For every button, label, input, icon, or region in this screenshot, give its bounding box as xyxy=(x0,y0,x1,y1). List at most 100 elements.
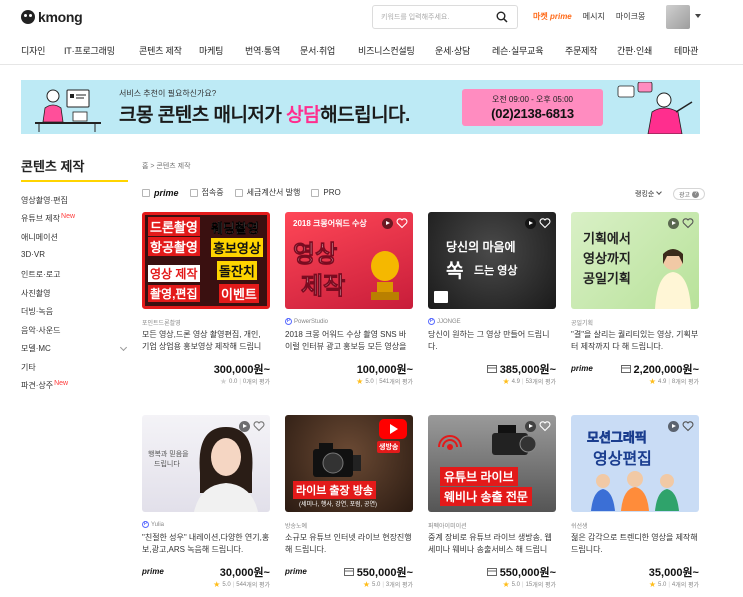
gig-rating: ★ 4.9 | 53 개의 평가 xyxy=(502,376,556,386)
camera-icon xyxy=(492,425,537,455)
nav-category[interactable]: 주문제작 xyxy=(565,44,598,57)
banner-phone-box[interactable]: 오전 09:00 - 오후 05:00 (02)2138-6813 xyxy=(462,89,603,126)
gig-title[interactable]: 중계 장비로 유튜브 라이브 생방송, 웹세미나 웨비나 송출서비스 해 드립니… xyxy=(428,532,556,556)
gig-price: 385,000원~ xyxy=(486,361,556,377)
gig-rating: ★ 0.0 | 0 개의 평가 xyxy=(219,376,270,386)
seller-name[interactable]: 공일기획 xyxy=(571,318,593,327)
sidebar-item[interactable]: 인트로·로고 xyxy=(21,269,60,280)
sidebar-item[interactable]: 3D·VR xyxy=(21,250,45,259)
gig-card[interactable]: 행복과 믿음을 드립니다 P Yulia "친절한 성우" 내레이션,다양한 연기… xyxy=(142,415,270,589)
nav-category[interactable]: 디자인 xyxy=(21,44,45,57)
sidebar-item[interactable]: 파견·상주New xyxy=(21,380,68,391)
breadcrumb[interactable]: 홈 > 콘텐츠 제작 xyxy=(142,161,191,171)
sidebar-item[interactable]: 기타 xyxy=(21,362,36,373)
gig-card[interactable]: 생방송 라이브 출장 방송 (세미나, 행사, 강연, 포럼, 공연) 방송노예… xyxy=(285,415,413,589)
search-icon[interactable] xyxy=(496,11,508,23)
search-input[interactable] xyxy=(381,10,491,25)
nav-category[interactable]: 테마관 xyxy=(674,44,698,57)
checkbox[interactable] xyxy=(311,188,320,197)
gig-card[interactable]: 모션그래픽 영상편집 쉬선생 젊은 감각으로 트렌디한 영상을 제작해 드립니다… xyxy=(571,415,699,589)
gig-card[interactable]: 기획에서 영상까지 공일기획 공일기획 "결"을 살리는 퀄리티있는 영상, 기… xyxy=(571,212,699,386)
sidebar-item[interactable]: 유튜브 제작New xyxy=(21,213,75,224)
nav-category[interactable]: 비즈니스컨설팅 xyxy=(358,44,415,57)
seller-name[interactable]: P PowerStudio xyxy=(285,318,328,325)
filter-pro[interactable]: PRO xyxy=(311,188,341,197)
filter-tax-invoice[interactable]: 세금계산서 발행 xyxy=(234,187,300,198)
avatar[interactable] xyxy=(666,5,690,29)
nav-category[interactable]: 운세·상담 xyxy=(435,44,470,57)
chat-illustration-icon xyxy=(617,82,693,134)
kmong-logo[interactable]: kmong xyxy=(21,9,83,25)
gig-thumbnail[interactable]: 유튜브 라이브 웨비나 송출 전문 xyxy=(428,415,556,512)
gig-rating: ★ 4.9 | 8 개의 평가 xyxy=(648,376,699,386)
heart-icon[interactable] xyxy=(539,217,551,229)
heart-icon[interactable] xyxy=(682,217,694,229)
filter-online[interactable]: 접속중 xyxy=(189,187,224,198)
heart-icon[interactable] xyxy=(539,420,551,432)
nav-category[interactable]: 번역·통역 xyxy=(245,44,280,57)
gig-title[interactable]: "결"을 살리는 퀄리티있는 영상, 기획부터 제작까지 다 해 드립니다. xyxy=(571,329,699,353)
seller-name[interactable]: 포인트드론촬영 xyxy=(142,318,181,327)
consult-banner[interactable]: 서비스 추천이 필요하신가요? 크몽 콘텐츠 매니저가 상담해드립니다. 오전 … xyxy=(21,80,700,134)
sort-dropdown[interactable]: 랭킹순 xyxy=(635,189,663,199)
gig-thumbnail[interactable]: 당신의 마음에 쏙 드는 영상 xyxy=(428,212,556,309)
checkbox[interactable] xyxy=(234,188,243,197)
gig-title[interactable]: "친절한 성우" 내레이션,다양한 연기,홍보,광고,ARS 녹음해 드립니다. xyxy=(142,532,270,556)
youtube-icon xyxy=(379,419,407,439)
mykmong-link[interactable]: 마이크몽 xyxy=(616,11,645,22)
messages-link[interactable]: 메시지 xyxy=(583,11,605,22)
prime-tag: prime xyxy=(142,567,164,576)
gig-title[interactable]: 소규모 유튜브 인터넷 라이브 현장진행해 드립니다. xyxy=(285,532,413,556)
sidebar-item[interactable]: 사진촬영 xyxy=(21,288,50,299)
chevron-down-icon xyxy=(656,189,663,195)
gig-thumbnail[interactable]: 생방송 라이브 출장 방송 (세미나, 행사, 강연, 포럼, 공연) xyxy=(285,415,413,512)
gig-thumbnail[interactable]: 모션그래픽 영상편집 xyxy=(571,415,699,512)
gig-thumbnail[interactable]: 행복과 믿음을 드립니다 xyxy=(142,415,270,512)
gig-card[interactable]: 드론촬영 웨딩촬영 항공촬영 홍보영상 영상 제작 돌잔치 촬영,편집 이벤트 … xyxy=(142,212,270,386)
sidebar-item[interactable]: 음악·사운드 xyxy=(21,325,60,336)
ad-info-chip[interactable]: 광고? xyxy=(673,188,706,200)
sidebar-item[interactable]: 영상촬영·편집 xyxy=(21,195,68,206)
seller-name[interactable]: 퍼펙아이미이션 xyxy=(428,521,467,530)
gig-title[interactable]: 젊은 감각으로 트렌디한 영상을 제작해 드립니다. xyxy=(571,532,699,556)
person-photo xyxy=(655,249,691,309)
nav-category[interactable]: 문서·취업 xyxy=(300,44,335,57)
gig-price: 550,000원~ xyxy=(343,564,413,580)
search-box xyxy=(372,5,518,29)
checkbox[interactable] xyxy=(142,188,150,197)
gig-title[interactable]: 모든 영상,드론 영상 촬영편집, 개인, 기업 상업용 홍보영상 제작해 드립… xyxy=(142,329,270,353)
gig-title[interactable]: 당신이 원하는 그 영상 만들어 드립니다. xyxy=(428,329,556,353)
checkbox[interactable] xyxy=(189,188,198,197)
gig-card[interactable]: 유튜브 라이브 웨비나 송출 전문 퍼펙아이미이션 중계 장비로 유튜브 라이브… xyxy=(428,415,556,589)
nav-category[interactable]: 콘텐츠 제작 xyxy=(139,44,182,57)
gig-thumbnail[interactable]: 기획에서 영상까지 공일기획 xyxy=(571,212,699,309)
prime-tag: prime xyxy=(571,364,593,373)
market-prime-link[interactable]: 마켓 prime xyxy=(533,11,572,22)
gig-title[interactable]: 2018 크몽 어워드 수상 촬영 SNS 바이럴 인터뷰 광고 홍보등 모든 … xyxy=(285,329,413,353)
heart-icon[interactable] xyxy=(682,420,694,432)
gig-card[interactable]: 2018 크몽어워드 수상 영상 제작 P PowerStudio 2018 크몽… xyxy=(285,212,413,386)
sidebar-item[interactable]: 모델·MC xyxy=(21,343,51,354)
chevron-down-icon[interactable] xyxy=(119,343,128,352)
sidebar-item[interactable]: 더빙·녹음 xyxy=(21,306,53,317)
seller-name[interactable]: 쉬선생 xyxy=(571,521,588,530)
nav-category[interactable]: 레슨·실무교육 xyxy=(492,44,543,57)
gig-card[interactable]: 당신의 마음에 쏙 드는 영상 P JJONGE 당신이 원하는 그 영상 만들어… xyxy=(428,212,556,386)
nav-category[interactable]: 마케팅 xyxy=(199,44,223,57)
nav-category[interactable]: IT·프로그래밍 xyxy=(64,44,115,57)
seller-name[interactable]: P Yulia xyxy=(142,521,164,528)
heart-icon[interactable] xyxy=(396,217,408,229)
person-photo xyxy=(194,427,258,512)
gig-thumbnail[interactable]: 드론촬영 웨딩촬영 항공촬영 홍보영상 영상 제작 돌잔치 촬영,편집 이벤트 xyxy=(142,212,270,309)
top-header: kmong 마켓 prime 메시지 마이크몽 xyxy=(0,0,743,34)
seller-name[interactable]: P JJONGE xyxy=(428,318,461,325)
nav-category[interactable]: 간판·인쇄 xyxy=(617,44,652,57)
sidebar-item[interactable]: 애니메이션 xyxy=(21,232,58,243)
seller-name[interactable]: 방송노예 xyxy=(285,521,307,530)
play-icon xyxy=(525,218,536,229)
gig-thumbnail[interactable]: 2018 크몽어워드 수상 영상 제작 xyxy=(285,212,413,309)
sidebar-title: 콘텐츠 제작 xyxy=(21,159,85,174)
chevron-down-icon[interactable] xyxy=(695,14,701,18)
play-icon xyxy=(382,218,393,229)
filter-prime[interactable]: prime xyxy=(142,188,179,198)
